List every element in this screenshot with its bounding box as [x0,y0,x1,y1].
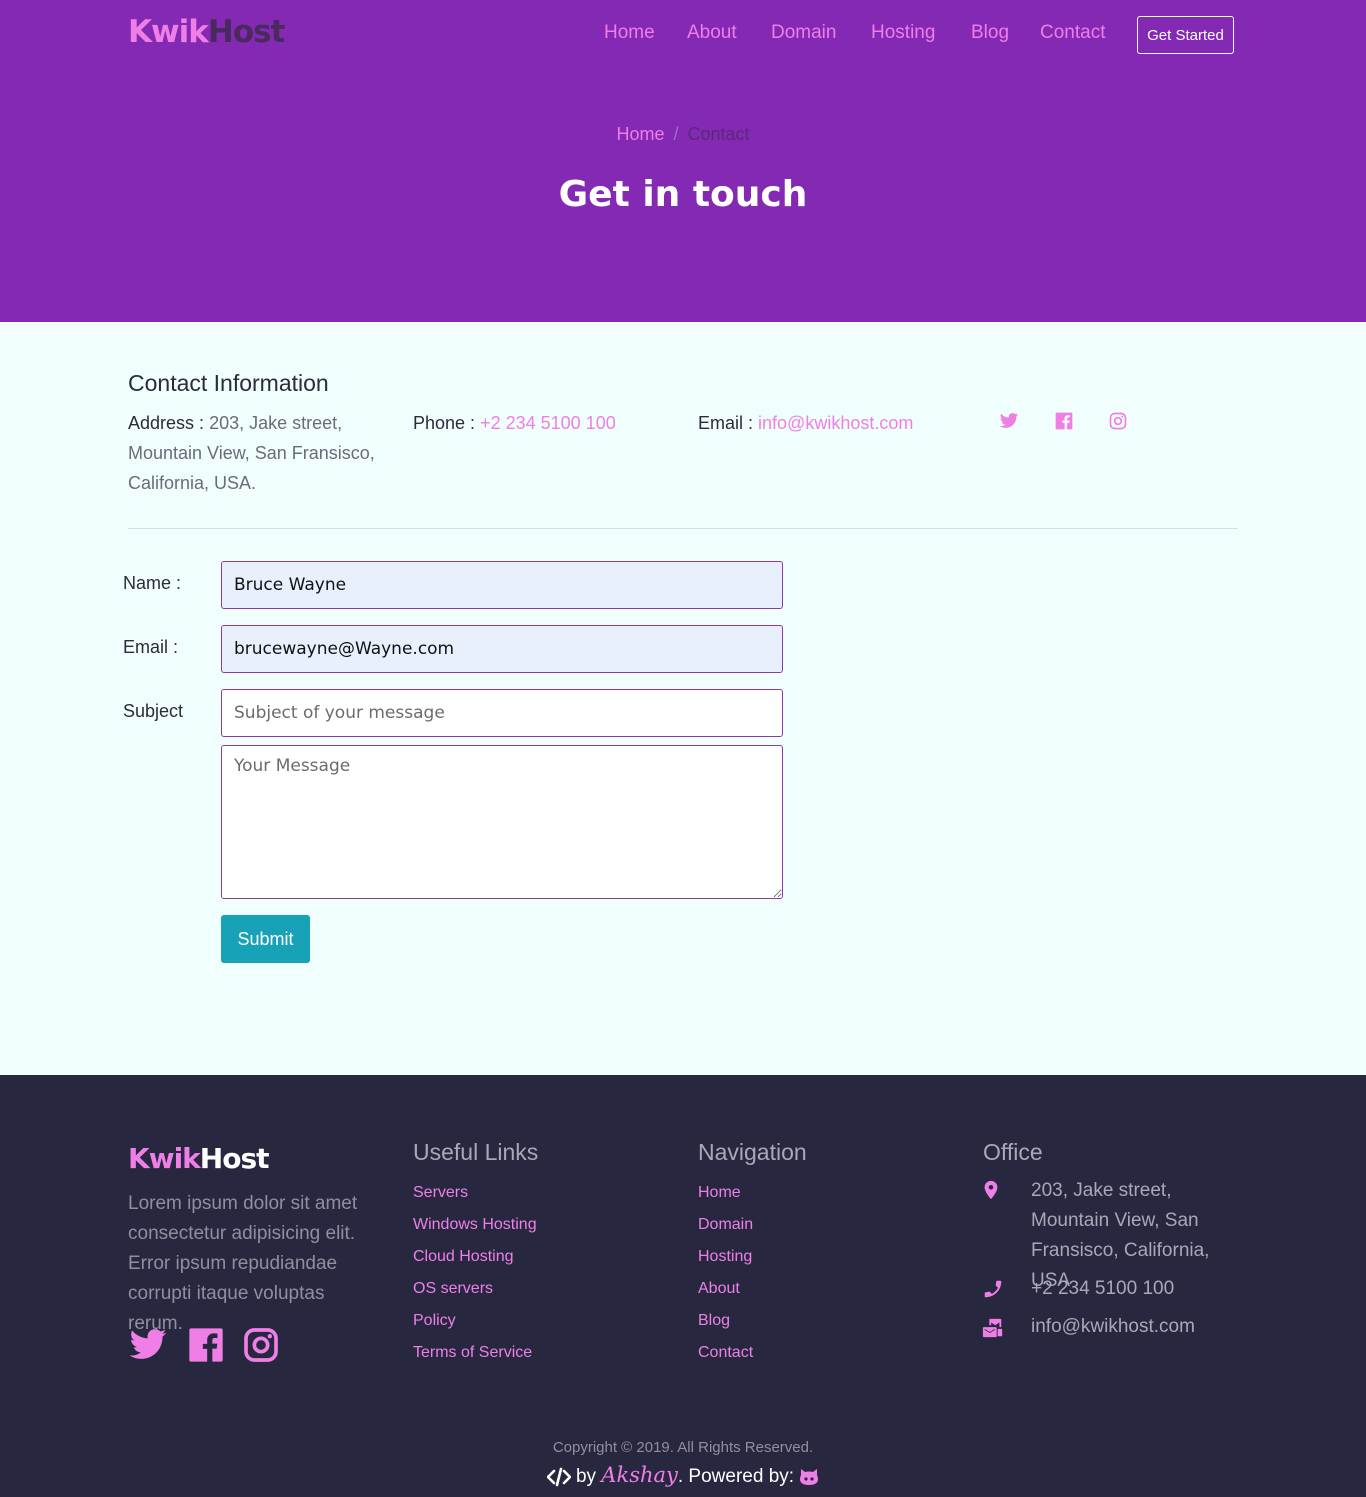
email-input[interactable] [221,625,783,673]
useful-link-os-servers[interactable]: OS servers [413,1273,537,1305]
twitter-icon[interactable] [999,411,1019,431]
name-input[interactable] [221,561,783,609]
map-marker-icon [984,1180,998,1200]
footer-nav-home[interactable]: Home [698,1177,753,1209]
brand-logo[interactable]: KwikHost [128,14,286,50]
navigation-title: Navigation [698,1139,807,1165]
footer-instagram-icon[interactable] [241,1325,281,1365]
credits-by: by [575,1466,597,1487]
useful-link-cloud-hosting[interactable]: Cloud Hosting [413,1241,537,1273]
footer: KwikHost Lorem ipsum dolor sit amet cons… [0,1075,1366,1497]
message-textarea[interactable] [221,745,783,899]
breadcrumb-current: Contact [687,124,750,144]
brand-part1: Kwik [128,14,209,50]
get-started-button[interactable]: Get Started [1137,16,1234,54]
name-label: Name : [123,573,182,593]
office-phone: +2 234 5100 100 [1031,1278,1175,1299]
breadcrumb-home[interactable]: Home [616,124,664,144]
footer-brand-part1: Kwik [128,1142,201,1175]
section-divider [128,528,1238,529]
email-link[interactable]: info@kwikhost.com [758,413,913,433]
nav-hosting[interactable]: Hosting [871,22,935,44]
footer-nav-contact[interactable]: Contact [698,1337,753,1369]
useful-links-list: Servers Windows Hosting Cloud Hosting OS… [413,1177,537,1369]
footer-navigation-list: Home Domain Hosting About Blog Contact [698,1177,753,1369]
facebook-icon[interactable] [1054,411,1074,431]
credits: by Akshay. Powered by: [0,1463,1366,1488]
credits-powered: . Powered by: [677,1466,795,1487]
phone-link[interactable]: +2 234 5100 100 [480,413,616,433]
breadcrumb: Home / Contact [0,124,1366,145]
copyright: Copyright © 2019. All Rights Reserved. [552,1439,814,1456]
author-link[interactable]: Akshay [601,1463,678,1487]
useful-link-windows-hosting[interactable]: Windows Hosting [413,1209,537,1241]
email-label: Email : [698,413,754,433]
phone-icon [984,1280,1002,1298]
footer-twitter-icon[interactable] [128,1325,168,1365]
contact-address: Address : 203, Jake street, Mountain Vie… [128,408,378,498]
contact-email: Email : info@kwikhost.com [698,408,958,438]
contact-info-title: Contact Information [128,370,329,396]
office-title: Office [983,1139,1043,1165]
subject-label: Subject [123,701,184,721]
nav-contact[interactable]: Contact [1040,22,1105,44]
instagram-icon[interactable] [1108,411,1128,431]
nav-home[interactable]: Home [604,22,655,44]
github-icon[interactable] [799,1468,819,1486]
footer-nav-about[interactable]: About [698,1273,753,1305]
contact-phone: Phone : +2 234 5100 100 [413,408,673,438]
email-field-label: Email : [123,637,179,657]
useful-link-servers[interactable]: Servers [413,1177,537,1209]
office-email: info@kwikhost.com [1031,1316,1195,1337]
footer-brand-part2: Host [199,1142,270,1175]
nav-blog[interactable]: Blog [971,22,1009,44]
footer-nav-domain[interactable]: Domain [698,1209,753,1241]
submit-button[interactable]: Submit [221,915,310,963]
phone-label: Phone : [413,413,476,433]
nav-about[interactable]: About [687,22,737,44]
useful-link-terms[interactable]: Terms of Service [413,1337,537,1369]
footer-nav-blog[interactable]: Blog [698,1305,753,1337]
hero-header: KwikHost Home About Domain Hosting Blog … [0,0,1366,322]
breadcrumb-separator: / [673,124,679,144]
nav-domain[interactable]: Domain [771,22,836,44]
mail-bulk-icon [982,1318,1003,1338]
footer-nav-hosting[interactable]: Hosting [698,1241,753,1273]
brand-part2: Host [207,14,286,50]
footer-logo[interactable]: KwikHost [128,1142,270,1175]
subject-input[interactable] [221,689,783,737]
footer-facebook-icon[interactable] [186,1325,226,1365]
useful-link-policy[interactable]: Policy [413,1305,537,1337]
code-icon [546,1467,571,1487]
useful-links-title: Useful Links [413,1139,539,1165]
address-label: Address : [128,413,205,433]
page-title: Get in touch [558,174,808,215]
footer-description: Lorem ipsum dolor sit amet consectetur a… [128,1193,358,1334]
